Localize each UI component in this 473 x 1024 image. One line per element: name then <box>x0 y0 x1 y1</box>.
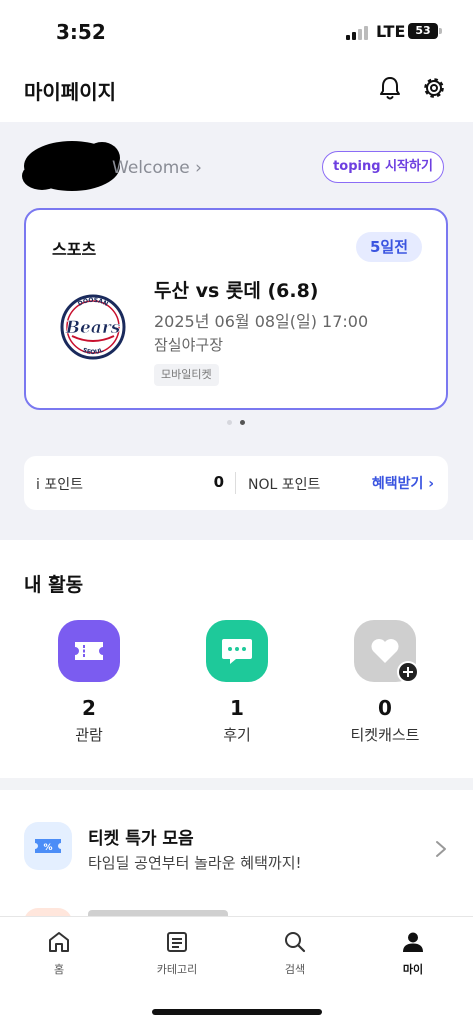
chevron-right-icon <box>436 841 446 857</box>
activity-views[interactable]: 2 관람 <box>24 620 154 760</box>
welcome-label: Welcome <box>112 158 190 178</box>
ticket-type-tag: 모바일티켓 <box>154 364 219 386</box>
list-icon <box>167 932 187 952</box>
plus-icon <box>397 661 419 683</box>
toping-start-button[interactable]: toping 시작하기 <box>322 151 444 183</box>
tab-category[interactable]: 카테고리 <box>118 929 236 985</box>
ticket-card[interactable]: 스포츠 5일전 DOOSAN SEOUL Bears 두산 vs 롯데 (6.8… <box>24 208 448 410</box>
search-icon <box>285 932 306 953</box>
chevron-right-icon: › <box>428 476 434 492</box>
tab-home[interactable]: 홈 <box>0 929 118 985</box>
pager-dot[interactable] <box>227 420 232 425</box>
activity-label: 관람 <box>75 726 103 744</box>
divider <box>235 472 236 494</box>
activity-label: 후기 <box>223 726 251 744</box>
ticket-icon <box>58 620 120 682</box>
gear-icon[interactable] <box>420 74 448 102</box>
promo-title: 티켓 특가 모음 <box>88 829 194 849</box>
signal-icon <box>346 24 372 40</box>
promo-row[interactable]: % 티켓 특가 모음 타임딜 공연부터 놀라운 혜택까지! <box>0 790 473 916</box>
home-icon <box>49 932 69 952</box>
activity-count: 2 <box>82 696 96 720</box>
section-divider <box>0 778 473 790</box>
benefit-label: 혜택받기 <box>371 476 424 492</box>
activity-reviews[interactable]: 1 후기 <box>172 620 302 760</box>
battery-icon: 53 <box>408 23 442 39</box>
logo-text: Bears <box>65 318 121 338</box>
game-datetime: 2025년 06월 08일(일) 17:00 <box>154 312 369 331</box>
dday-badge: 5일전 <box>356 232 422 262</box>
activity-count: 0 <box>378 696 392 720</box>
svg-text:%: % <box>43 843 52 853</box>
promo-subtitle: 타임딜 공연부터 놀라운 혜택까지! <box>88 854 302 872</box>
profile-name-redacted <box>22 141 120 191</box>
pager-dot-active[interactable] <box>240 420 245 425</box>
tab-label: 마이 <box>402 963 424 976</box>
nol-point-label: NOL 포인트 <box>248 477 321 493</box>
ticket-category: 스포츠 <box>52 240 97 259</box>
game-venue: 잠실야구장 <box>154 336 224 354</box>
chevron-right-icon: › <box>195 158 202 178</box>
profile-section: Welcome › toping 시작하기 스포츠 5일전 DOOSAN SEO… <box>0 122 473 540</box>
bell-icon[interactable] <box>376 74 404 102</box>
chat-icon <box>206 620 268 682</box>
ipoint-label: i 포인트 <box>36 477 83 493</box>
page-title: 마이페이지 <box>24 80 116 104</box>
activity-label: 티켓캐스트 <box>350 726 420 744</box>
tab-label: 카테고리 <box>156 963 198 976</box>
team-logo: DOOSAN SEOUL Bears <box>60 294 126 360</box>
home-indicator <box>152 1009 322 1015</box>
tab-label: 홈 <box>53 963 65 976</box>
ipoint-value: 0 <box>213 473 224 491</box>
next-promo-icon <box>24 908 72 916</box>
activity-section: 내 활동 2 관람 1 후기 0 티켓캐스트 <box>0 540 473 778</box>
activity-count: 1 <box>230 696 244 720</box>
status-bar: 3:52 LTE 53 <box>0 0 473 62</box>
status-time: 3:52 <box>56 20 106 44</box>
section-title: 내 활동 <box>24 574 84 596</box>
network-label: LTE <box>376 22 406 41</box>
benefit-link[interactable]: 혜택받기 › <box>372 473 434 493</box>
tab-search[interactable]: 검색 <box>236 929 354 985</box>
activity-ticketcast[interactable]: 0 티켓캐스트 <box>320 620 450 760</box>
points-card: i 포인트 0 NOL 포인트 혜택받기 › <box>24 456 448 510</box>
page-header: 마이페이지 <box>0 62 473 122</box>
welcome-link[interactable]: Welcome › <box>112 158 202 178</box>
tab-my[interactable]: 마이 <box>354 929 472 985</box>
bottom-tab-bar: 홈 카테고리 검색 마이 <box>0 916 473 1024</box>
person-icon <box>403 932 423 952</box>
coupon-icon: % <box>24 822 72 870</box>
game-title: 두산 vs 롯데 (6.8) <box>154 280 319 302</box>
card-pager <box>227 420 247 426</box>
tab-label: 검색 <box>284 963 306 976</box>
